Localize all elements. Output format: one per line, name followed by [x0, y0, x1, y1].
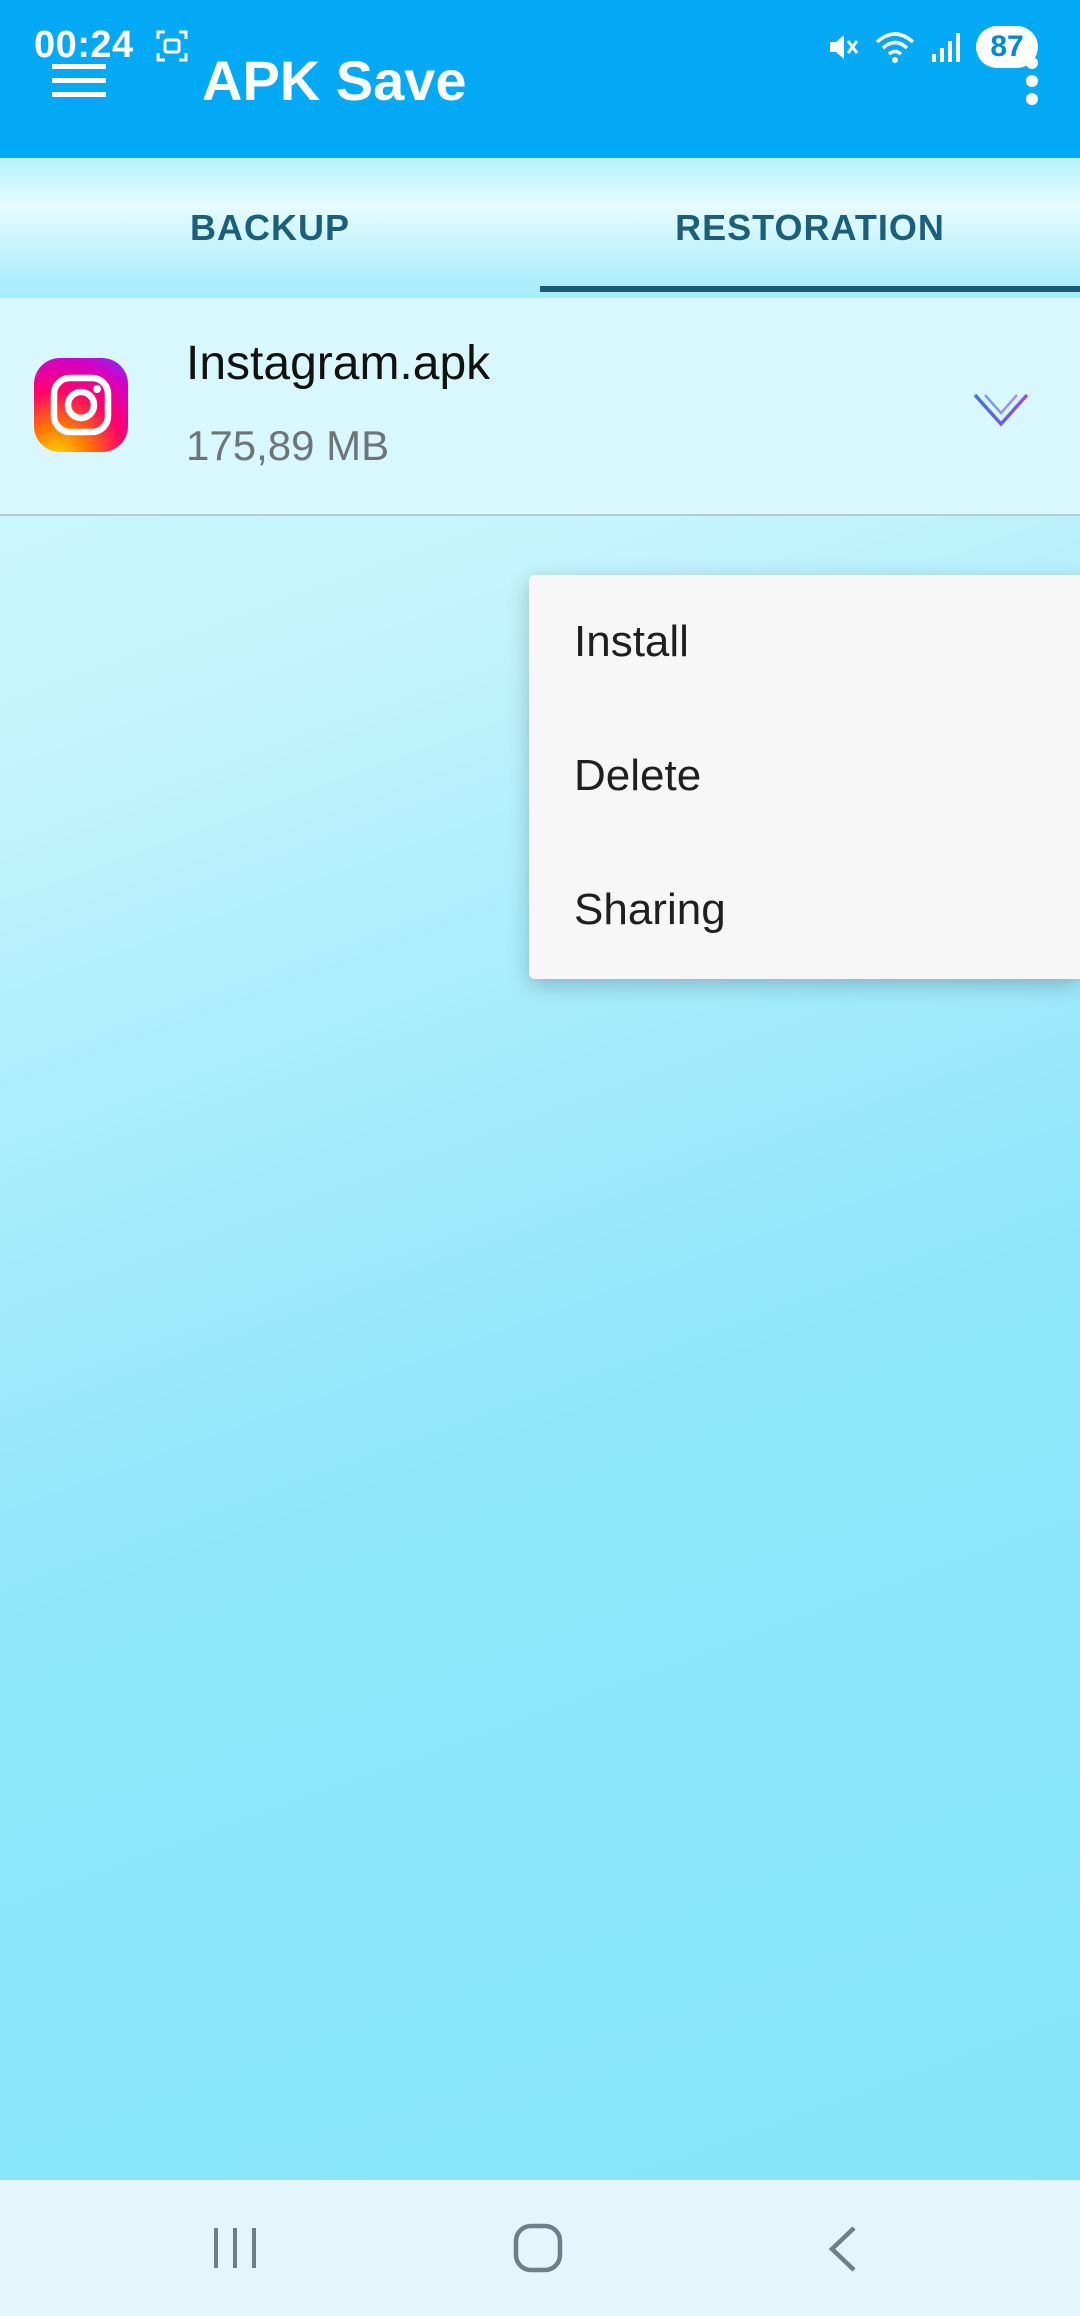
mute-icon: [830, 35, 859, 59]
context-menu: Install Delete Sharing: [529, 575, 1080, 979]
tab-indicator: [540, 286, 1080, 292]
menu-item-delete[interactable]: Delete: [529, 709, 1080, 843]
app-title: APK Save: [202, 49, 467, 112]
list-item[interactable]: Instagram.apk 175,89 MB: [0, 298, 1080, 516]
app-bar: 00:24 87 APK Save: [0, 0, 1080, 158]
wifi-icon: [875, 32, 915, 63]
back-icon[interactable]: [820, 2224, 864, 2274]
status-icons: 87: [826, 26, 1038, 68]
tab-bar: BACKUP RESTORATION: [0, 158, 1080, 298]
home-icon[interactable]: [512, 2222, 564, 2274]
status-time: 00:24: [34, 24, 134, 66]
tab-backup[interactable]: BACKUP: [0, 158, 540, 298]
chevron-down-icon[interactable]: [972, 390, 1030, 430]
apk-size: 175,89 MB: [186, 422, 390, 469]
menu-item-sharing[interactable]: Sharing: [529, 843, 1080, 977]
more-vert-icon[interactable]: [1024, 56, 1040, 106]
instagram-icon: [34, 358, 128, 452]
signal-icon: [932, 33, 960, 62]
tab-restoration[interactable]: RESTORATION: [540, 158, 1080, 298]
apk-name: Instagram.apk: [186, 337, 491, 390]
screenshot-icon: [156, 30, 188, 62]
app-screen: 00:24 87 APK Save BACKUP RESTORATION Ins…: [0, 0, 1080, 2316]
hamburger-menu-icon[interactable]: [52, 62, 106, 100]
navigation-bar: [0, 2180, 1080, 2316]
menu-item-install[interactable]: Install: [529, 575, 1080, 709]
recent-apps-icon[interactable]: [208, 2224, 262, 2272]
